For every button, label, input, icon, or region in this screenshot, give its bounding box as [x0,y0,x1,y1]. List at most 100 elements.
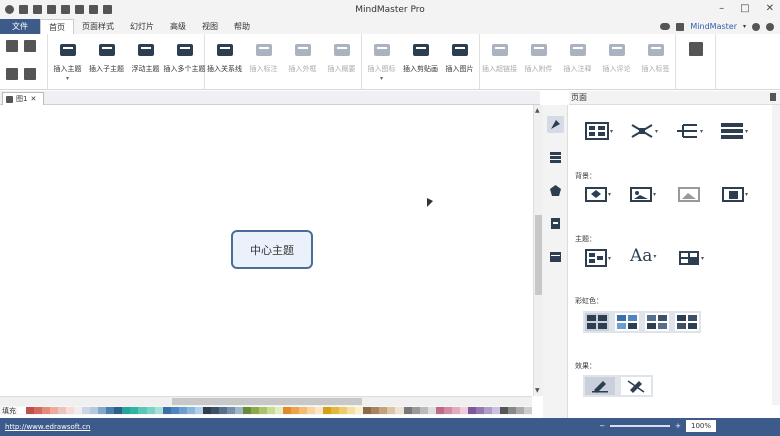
chevron-down-icon[interactable]: ▾ [380,75,383,82]
color-swatch[interactable] [355,407,364,414]
pin-icon[interactable] [770,93,776,101]
zoom-out-icon[interactable]: − [599,422,605,430]
color-swatch[interactable] [339,407,348,414]
color-swatch[interactable] [315,407,324,414]
scroll-up-icon[interactable]: ▲ [535,107,540,114]
insert-subtopic-button[interactable]: 插入子主题 [87,38,126,86]
theme-font-icon[interactable]: Aa ▾ [630,246,656,266]
zoom-in-icon[interactable]: + [675,422,681,430]
cut-icon[interactable] [6,40,18,52]
layout-tree-button[interactable]: ▾ [585,121,613,141]
insert-icon-button[interactable]: 插入图标 ▾ [362,38,401,86]
format-painter-icon[interactable] [24,40,36,52]
color-swatch[interactable] [435,407,444,414]
layout-map-button[interactable]: ▾ [630,121,658,141]
color-swatch[interactable] [218,407,227,414]
color-swatch[interactable] [395,407,404,414]
layout-list-button[interactable]: ▾ [720,121,748,141]
color-swatch[interactable] [154,407,163,414]
minimize-icon[interactable]: – [719,3,724,14]
color-swatch[interactable] [523,407,532,414]
color-swatch[interactable] [307,407,316,414]
color-swatch[interactable] [90,407,99,414]
no-effect-button[interactable] [621,377,651,395]
color-swatch[interactable] [467,407,476,414]
chevron-down-icon[interactable]: ▾ [66,75,69,82]
color-swatch[interactable] [371,407,380,414]
calendar-tab[interactable] [547,248,564,265]
tab-slides[interactable]: 幻灯片 [122,19,162,34]
color-swatch[interactable] [162,407,171,414]
color-swatch[interactable] [275,407,284,414]
tab-help[interactable]: 帮助 [226,19,258,34]
insert-image-button[interactable]: 插入图片 [440,38,479,86]
color-swatch[interactable] [114,407,123,414]
insert-tag-button[interactable]: 插入标签 [636,38,675,86]
account-name[interactable]: MindMaster [690,22,737,31]
insert-clipart-button[interactable]: 插入剪贴画 [401,38,440,86]
color-swatch[interactable] [42,407,51,414]
document-tab[interactable]: 图1 ✕ [2,92,44,105]
color-swatch[interactable] [283,407,292,414]
tab-home[interactable]: 首页 [40,19,74,34]
export-icon[interactable] [103,5,112,14]
paste-icon[interactable] [24,67,36,80]
horizontal-scroll-thumb[interactable] [172,398,362,405]
color-swatch[interactable] [82,407,91,414]
save-icon[interactable] [75,5,84,14]
color-swatch[interactable] [266,407,275,414]
rainbow-option-4[interactable] [675,313,699,331]
color-swatch[interactable] [146,407,155,414]
undo-icon[interactable] [19,5,28,14]
color-swatch[interactable] [138,407,147,414]
tab-page-style[interactable]: 页面样式 [74,19,122,34]
close-icon[interactable]: ✕ [766,3,774,14]
icons-tab[interactable] [547,182,564,199]
color-swatch[interactable] [507,407,516,414]
color-swatch[interactable] [178,407,187,414]
page-format-tab[interactable] [547,116,564,133]
file-menu[interactable]: 文件 [0,19,40,34]
task-tab[interactable] [547,215,564,232]
color-swatch[interactable] [250,407,259,414]
color-swatch[interactable] [58,407,67,414]
panel-scrollbar[interactable] [772,105,780,405]
app-logo-icon[interactable] [5,5,14,14]
color-swatch[interactable] [234,407,243,414]
color-swatch[interactable] [50,407,59,414]
color-swatch[interactable] [186,407,195,414]
insert-attachment-button[interactable]: 插入附件 [519,38,558,86]
color-swatch[interactable] [170,407,179,414]
color-swatch[interactable] [387,407,396,414]
scroll-down-icon[interactable]: ▼ [535,387,540,394]
rainbow-option-3[interactable] [645,313,669,331]
color-swatch[interactable] [26,407,35,414]
color-swatch[interactable] [258,407,267,414]
color-swatch[interactable] [331,407,340,414]
theme-style-button[interactable]: ▾ [585,248,611,268]
floating-topic-button[interactable]: 浮动主题 [126,38,165,86]
color-swatch[interactable] [130,407,139,414]
color-swatch[interactable] [379,407,388,414]
color-swatch[interactable] [419,407,428,414]
color-swatch[interactable] [242,407,251,414]
watermark-button[interactable]: ▾ [722,185,748,203]
insert-note-button[interactable]: 插入注释 [558,38,597,86]
color-swatch[interactable] [347,407,356,414]
color-swatch[interactable] [210,407,219,414]
vertical-scrollbar[interactable]: ▲ ▼ [533,105,543,396]
insert-relationship-button[interactable]: 插入关系线 [205,38,244,86]
central-topic[interactable]: 中心主题 [231,230,313,269]
insert-hyperlink-button[interactable]: 插入超链接 [480,38,519,86]
insert-callout-button[interactable]: 插入标注 [244,38,283,86]
color-swatch[interactable] [98,407,107,414]
help-icon[interactable] [766,22,774,31]
tab-view[interactable]: 视图 [194,19,226,34]
color-swatch[interactable] [323,407,332,414]
zoom-slider[interactable] [610,425,671,427]
color-swatch[interactable] [18,407,27,414]
layout-icon[interactable] [688,42,703,56]
color-swatch[interactable] [194,407,203,414]
color-swatch[interactable] [291,407,300,414]
color-swatch[interactable] [202,407,211,414]
